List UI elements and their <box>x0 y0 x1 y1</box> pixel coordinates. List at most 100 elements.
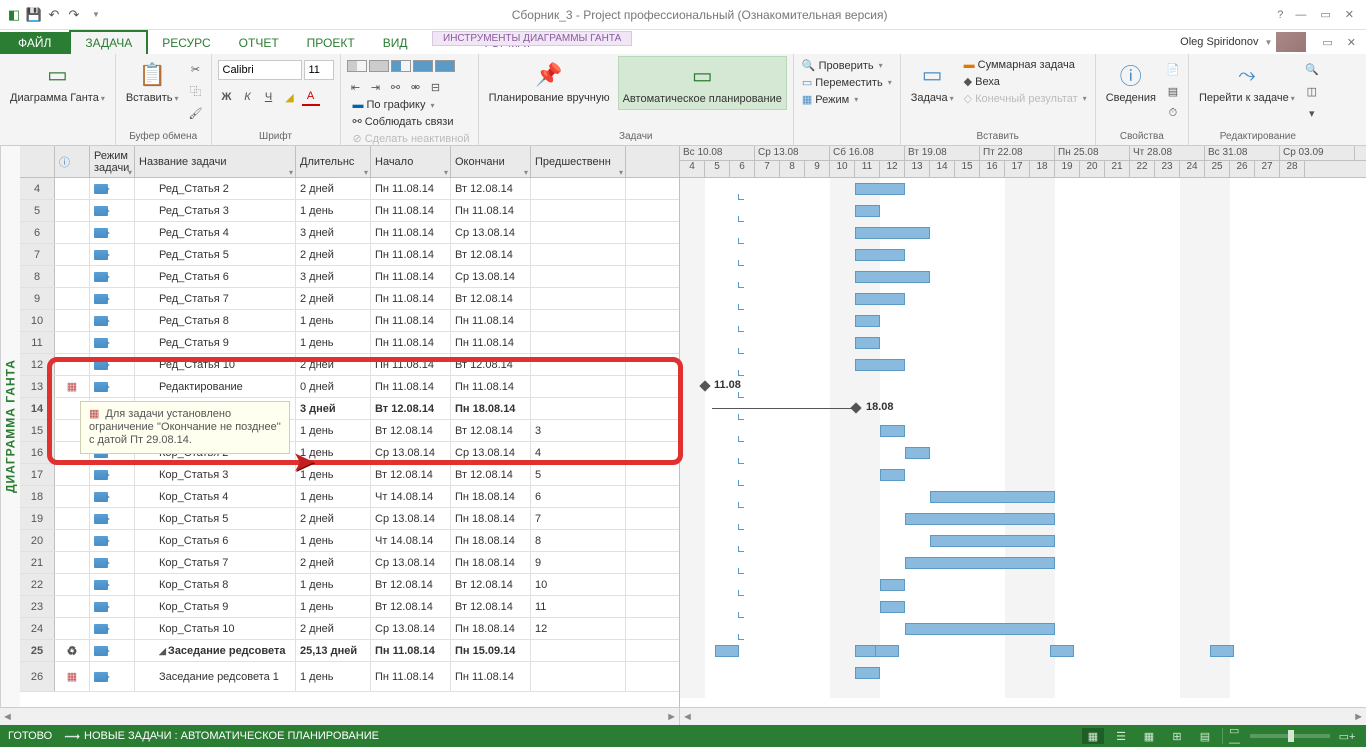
table-row[interactable]: 20Кор_Статья 61 деньЧт 14.08.14Пн 18.08.… <box>20 530 679 552</box>
help-icon[interactable]: ? <box>1277 9 1283 21</box>
gantt-bar[interactable] <box>855 183 905 195</box>
user-account[interactable]: Oleg Spiridonov▼ <box>1178 30 1308 54</box>
tab-task[interactable]: ЗАДАЧА <box>69 30 148 54</box>
table-row[interactable]: 17Кор_Статья 31 деньВт 12.08.14Вт 12.08.… <box>20 464 679 486</box>
bold-icon[interactable]: Ж <box>218 88 236 106</box>
tab-file[interactable]: ФАЙЛ <box>0 32 69 54</box>
gantt-bar[interactable] <box>880 469 905 481</box>
underline-icon[interactable]: Ч <box>260 88 278 106</box>
gantt-bar[interactable] <box>930 535 1055 547</box>
table-row[interactable]: 12Ред_Статья 102 днейПн 11.08.14Вт 12.08… <box>20 354 679 376</box>
table-row[interactable]: 4Ред_Статья 22 днейПн 11.08.14Вт 12.08.1… <box>20 178 679 200</box>
col-mode[interactable]: Режим задачи▾ <box>90 146 135 177</box>
table-row[interactable]: 26▦Заседание редсовета 11 деньПн 11.08.1… <box>20 662 679 692</box>
notes-icon[interactable]: 📄 <box>1164 60 1182 78</box>
table-row[interactable]: 8Ред_Статья 63 днейПн 11.08.14Ср 13.08.1… <box>20 266 679 288</box>
split-icon[interactable]: ⊟ <box>427 78 445 96</box>
qat-dropdown-icon[interactable]: ▼ <box>88 7 104 23</box>
auto-button[interactable]: ▭ Автоматическое планирование <box>618 56 787 110</box>
outdent-icon[interactable]: ⇤ <box>347 78 365 96</box>
gantt-bar[interactable] <box>880 425 905 437</box>
col-indicator[interactable]: ⓘ <box>55 146 90 177</box>
table-row[interactable]: 25♻◢Заседание редсовета25,13 днейПн 11.0… <box>20 640 679 662</box>
tab-view[interactable]: ВИД <box>369 32 422 54</box>
status-mode[interactable]: ⟿ НОВЫЕ ЗАДАЧИ : АВТОМАТИЧЕСКОЕ ПЛАНИРОВ… <box>64 730 379 743</box>
tab-project[interactable]: ПРОЕКТ <box>293 32 369 54</box>
zoom-slider[interactable] <box>1250 734 1330 738</box>
undo-icon[interactable]: ↶ <box>46 7 62 23</box>
zoom-out-icon[interactable]: ▭— <box>1222 728 1244 744</box>
view-gantt-icon[interactable]: ▦ <box>1082 728 1104 744</box>
table-row[interactable]: 19Кор_Статья 52 днейСр 13.08.14Пн 18.08.… <box>20 508 679 530</box>
italic-icon[interactable]: К <box>239 88 257 106</box>
table-row[interactable]: 7Ред_Статья 52 днейПн 11.08.14Вт 12.08.1… <box>20 244 679 266</box>
cut-icon[interactable]: ✂ <box>187 60 205 78</box>
minimize-icon[interactable]: — <box>1291 9 1310 21</box>
h-scrollbar[interactable]: ◄► ◄► <box>0 707 1366 725</box>
deliverable-button[interactable]: ◇Конечный результат▾ <box>962 91 1089 106</box>
table-row[interactable]: 11Ред_Статья 91 деньПн 11.08.14Пн 11.08.… <box>20 332 679 354</box>
col-name[interactable]: Название задачи▾ <box>135 146 296 177</box>
on-track-button[interactable]: ▬По графику▾ <box>351 98 437 112</box>
indent-icon[interactable]: ⇥ <box>367 78 385 96</box>
manual-button[interactable]: 📌 Планирование вручную <box>485 56 614 108</box>
inactivate-button[interactable]: ⊘Сделать неактивной <box>351 131 472 146</box>
grid-header[interactable]: ⓘ Режим задачи▾ Название задачи▾ Длитель… <box>20 146 679 178</box>
details-icon[interactable]: ▤ <box>1164 82 1182 100</box>
gantt-bar[interactable] <box>855 227 930 239</box>
table-row[interactable]: 6Ред_Статья 43 днейПн 11.08.14Ср 13.08.1… <box>20 222 679 244</box>
gantt-bar[interactable] <box>880 601 905 613</box>
info-button[interactable]: ⓘ Сведения <box>1102 56 1160 108</box>
gantt-chart[interactable]: Вс 10.08Ср 13.08Сб 16.08Вт 19.08Пт 22.08… <box>680 146 1366 707</box>
task-insert-button[interactable]: ▭ Задача▾ <box>907 56 958 109</box>
font-name-input[interactable] <box>218 60 302 80</box>
gantt-bar[interactable] <box>905 623 1055 635</box>
gantt-bar[interactable] <box>855 271 930 283</box>
respect-links-button[interactable]: ⚯Соблюдать связи <box>351 114 456 129</box>
find-icon[interactable]: 🔍 <box>1303 60 1321 78</box>
summary-button[interactable]: ▬Суммарная задача <box>962 58 1089 72</box>
font-size-input[interactable] <box>304 60 334 80</box>
col-duration[interactable]: Длительнс▾ <box>296 146 371 177</box>
col-start[interactable]: Начало▾ <box>371 146 451 177</box>
table-row[interactable]: 23Кор_Статья 91 деньВт 12.08.14Вт 12.08.… <box>20 596 679 618</box>
gantt-bar[interactable] <box>855 205 880 217</box>
gantt-button[interactable]: ▭ Диаграмма Ганта▾ <box>6 56 109 109</box>
fill-color-icon[interactable]: ◢ <box>281 88 299 106</box>
col-pred[interactable]: Предшественн▾ <box>531 146 626 177</box>
table-row[interactable]: 18Кор_Статья 41 деньЧт 14.08.14Пн 18.08.… <box>20 486 679 508</box>
format-painter-icon[interactable]: 🖌 <box>187 104 205 122</box>
doc-close-icon[interactable]: ✕ <box>1343 36 1360 49</box>
gantt-bar[interactable] <box>855 359 905 371</box>
gantt-bar[interactable] <box>880 579 905 591</box>
view-usage-icon[interactable]: ☰ <box>1110 728 1132 744</box>
clear-icon[interactable]: ◫ <box>1303 82 1321 100</box>
maximize-icon[interactable]: ▭ <box>1316 8 1334 21</box>
ribbon-min-icon[interactable]: ▭ <box>1318 36 1336 49</box>
tab-report[interactable]: ОТЧЕТ <box>225 32 293 54</box>
milestone-button[interactable]: ◆Веха <box>962 74 1089 89</box>
table-row[interactable]: 22Кор_Статья 81 деньВт 12.08.14Вт 12.08.… <box>20 574 679 596</box>
gantt-bar[interactable] <box>855 667 880 679</box>
scroll-to-button[interactable]: ⤳ Перейти к задаче▾ <box>1195 56 1299 109</box>
gantt-bar[interactable] <box>905 557 1055 569</box>
gantt-bar[interactable] <box>855 315 880 327</box>
gantt-bar[interactable] <box>855 293 905 305</box>
inspect-button[interactable]: 🔍Проверить▾ <box>800 58 885 73</box>
table-row[interactable]: 13▦Редактирование0 днейПн 11.08.14Пн 11.… <box>20 376 679 398</box>
redo-icon[interactable]: ↷ <box>66 7 82 23</box>
save-icon[interactable]: 💾 <box>26 7 42 23</box>
close-icon[interactable]: ✕ <box>1341 8 1358 21</box>
paste-button[interactable]: 📋 Вставить▾ <box>122 56 183 109</box>
view-net-icon[interactable]: ⊞ <box>1166 728 1188 744</box>
progress-icons[interactable] <box>347 60 455 72</box>
timeline-icon[interactable]: ⏱ <box>1164 104 1182 122</box>
font-color-icon[interactable]: А <box>302 88 320 106</box>
mode-button[interactable]: ▦Режим▾ <box>800 92 860 107</box>
gantt-bar[interactable] <box>905 447 930 459</box>
table-row[interactable]: 9Ред_Статья 72 днейПн 11.08.14Вт 12.08.1… <box>20 288 679 310</box>
table-row[interactable]: 10Ред_Статья 81 деньПн 11.08.14Пн 11.08.… <box>20 310 679 332</box>
fill-icon[interactable]: ▾ <box>1303 104 1321 122</box>
col-end[interactable]: Окончани▾ <box>451 146 531 177</box>
gantt-bar[interactable] <box>930 491 1055 503</box>
